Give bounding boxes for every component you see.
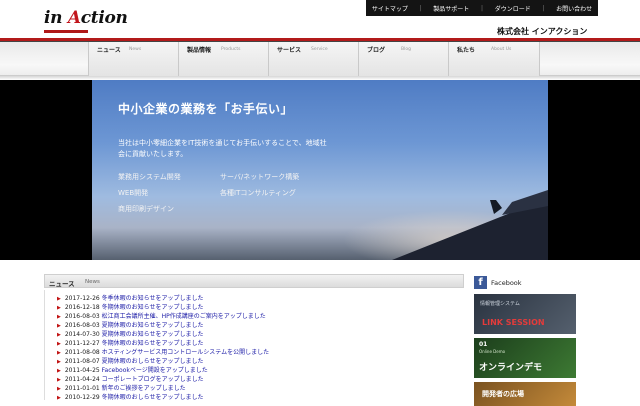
nav-item-label: ブログ — [367, 47, 386, 54]
facebook-icon[interactable]: f — [474, 276, 487, 289]
news-link[interactable]: 夏期休暇のお知らせをアップしました — [102, 331, 204, 338]
nav-item-sublabel: Blog — [401, 47, 411, 52]
news-section: ニュース News ▶ 2017-12-26 冬季休暇のお知らせをアップしました … — [44, 274, 464, 401]
news-item[interactable]: ▶ 2011-08-07 夏期休暇のおしらせをアップしました — [57, 356, 204, 365]
developer-banner[interactable]: 開発者の広場 — [474, 382, 576, 406]
site-header: in Action サイトマップ | 製品サポート | ダウンロード | お問い… — [0, 0, 640, 38]
news-link[interactable]: 冬期休暇のお知らせをアップしました — [102, 304, 204, 311]
news-item[interactable]: ▶ 2016-08-03 松江商工会議所主催、HP作成講座のご案内をアップしました — [57, 311, 266, 320]
hero-title: 中小企業の業務を「お手伝い」 — [118, 102, 294, 116]
news-date: 2011-01-01 — [64, 385, 100, 392]
service-item: サーバ/ネットワーク構築 — [220, 173, 300, 181]
site-logo[interactable]: in Action — [44, 8, 128, 28]
nav-item-products[interactable]: 製品情報 Products — [178, 42, 268, 76]
news-link[interactable]: Facebookページ開設をアップしました — [102, 367, 208, 374]
news-date: 2011-08-08 — [64, 349, 100, 356]
news-date: 2011-08-07 — [64, 358, 100, 365]
news-link[interactable]: ホスティングサービス用コントロールシステムを公開しました — [102, 349, 269, 356]
news-date: 2014-07-30 — [64, 331, 100, 338]
topnav-separator: | — [419, 4, 422, 12]
topnav-separator: | — [480, 4, 483, 12]
link-session-banner[interactable]: 情報管理システム LINK SESSION — [474, 294, 576, 334]
nav-item-sublabel: About Us — [491, 47, 512, 52]
banner-number: 01 — [479, 341, 488, 348]
topnav-separator: | — [542, 4, 545, 12]
service-item: 商用印刷デザイン — [118, 205, 174, 213]
news-link[interactable]: 新年のご挨拶をアップしました — [102, 385, 186, 392]
news-date: 2011-12-27 — [64, 340, 100, 347]
topnav-support-link[interactable]: 製品サポート — [433, 4, 469, 13]
topnav-download-link[interactable]: ダウンロード — [495, 4, 531, 13]
logo-underline — [44, 30, 88, 33]
nav-item-sublabel: Products — [221, 47, 241, 52]
logo-text-cap: A — [67, 8, 81, 28]
news-item[interactable]: ▶ 2017-12-26 冬季休暇のお知らせをアップしました — [57, 293, 204, 302]
nav-item-blog[interactable]: ブログ Blog — [358, 42, 448, 76]
news-link[interactable]: 冬季休暇のお知らせをアップしました — [102, 295, 204, 302]
news-date: 2016-12-18 — [64, 304, 100, 311]
hero-banner: 中小企業の業務を「お手伝い」 当社は中小零細企業をIT技術を通じてお手伝いするこ… — [0, 80, 640, 260]
banner-title: オンラインデモ — [479, 363, 543, 373]
online-demo-banner[interactable]: 01 Online Demo オンラインデモ — [474, 338, 576, 378]
nav-item-news[interactable]: ニュース News — [88, 42, 178, 76]
news-item[interactable]: ▶ 2011-04-25 Facebookページ開設をアップしました — [57, 365, 208, 374]
news-date: 2011-04-24 — [64, 376, 100, 383]
facebook-link[interactable]: Facebook — [491, 279, 522, 287]
hero-description: 当社は中小零細企業をIT技術を通じてお手伝いすることで、地域社会に貢献いたします… — [118, 139, 327, 158]
news-date: 2016-08-03 — [64, 313, 100, 320]
nav-item-label: 私たち — [457, 47, 476, 54]
news-title: ニュース — [49, 280, 75, 288]
topnav-contact-link[interactable]: お問い合わせ — [556, 4, 592, 13]
news-link[interactable]: 夏期休暇のお知らせをアップしました — [102, 322, 204, 329]
nav-item-label: サービス — [277, 47, 302, 54]
news-item[interactable]: ▶ 2016-12-18 冬期休暇のお知らせをアップしました — [57, 302, 204, 311]
nav-item-label: ニュース — [97, 47, 121, 54]
banner-subtitle: Online Demo — [479, 349, 506, 354]
news-link[interactable]: 夏期休暇のおしらせをアップしました — [102, 358, 204, 365]
service-item: 各種ITコンサルティング — [220, 189, 296, 197]
top-utility-nav: サイトマップ | 製品サポート | ダウンロード | お問い合わせ — [366, 0, 598, 16]
news-link[interactable]: コーポレートブログをアップしました — [102, 376, 204, 383]
arrow-right-icon: ▶ — [57, 395, 61, 401]
service-item: WEB開発 — [118, 189, 149, 197]
banner-subtitle: 情報管理システム — [480, 301, 520, 307]
logo-text-in: in — [44, 8, 68, 28]
nav-item-about[interactable]: 私たち About Us — [448, 42, 540, 76]
nav-item-label: 製品情報 — [187, 47, 212, 54]
news-date: 2017-12-26 — [64, 295, 100, 302]
news-item[interactable]: ▶ 2011-04-24 コーポレートブログをアップしました — [57, 374, 204, 383]
nav-item-service[interactable]: サービス Service — [268, 42, 358, 76]
news-item[interactable]: ▶ 2016-08-03 夏期休暇のお知らせをアップしました — [57, 320, 204, 329]
news-link[interactable]: 冬期休暇のお知らせをアップしました — [102, 340, 204, 347]
banner-title: 開発者の広場 — [482, 390, 524, 398]
topnav-sitemap-link[interactable]: サイトマップ — [372, 4, 408, 13]
news-subtitle: News — [85, 279, 100, 285]
nav-item-sublabel: News — [129, 47, 142, 52]
nav-item-sublabel: Service — [311, 47, 328, 52]
main-nav: ニュース News 製品情報 Products サービス Service ブログ… — [0, 42, 640, 76]
news-item[interactable]: ▶ 2011-01-01 新年のご挨拶をアップしました — [57, 383, 186, 392]
news-date: 2016-08-03 — [64, 322, 100, 329]
news-item[interactable]: ▶ 2011-12-27 冬期休暇のお知らせをアップしました — [57, 338, 204, 347]
news-header: ニュース News — [44, 274, 464, 288]
banner-title: LINK SESSION — [482, 318, 545, 327]
news-item[interactable]: ▶ 2011-08-08 ホスティングサービス用コントロールシステムを公開しました — [57, 347, 269, 356]
logo-text-rest: ction — [80, 8, 128, 28]
service-item: 業務用システム開発 — [118, 173, 181, 181]
news-list: ▶ 2017-12-26 冬季休暇のお知らせをアップしました ▶ 2016-12-1… — [44, 290, 464, 401]
news-item[interactable]: ▶ 2014-07-30 夏期休暇のお知らせをアップしました — [57, 329, 204, 338]
news-link[interactable]: 松江商工会議所主催、HP作成講座のご案内をアップしました — [102, 313, 266, 320]
company-name: 株式会社 インアクション — [497, 27, 588, 36]
hero-image: 中小企業の業務を「お手伝い」 当社は中小零細企業をIT技術を通じてお手伝いするこ… — [92, 80, 548, 260]
news-date: 2011-04-25 — [64, 367, 100, 374]
